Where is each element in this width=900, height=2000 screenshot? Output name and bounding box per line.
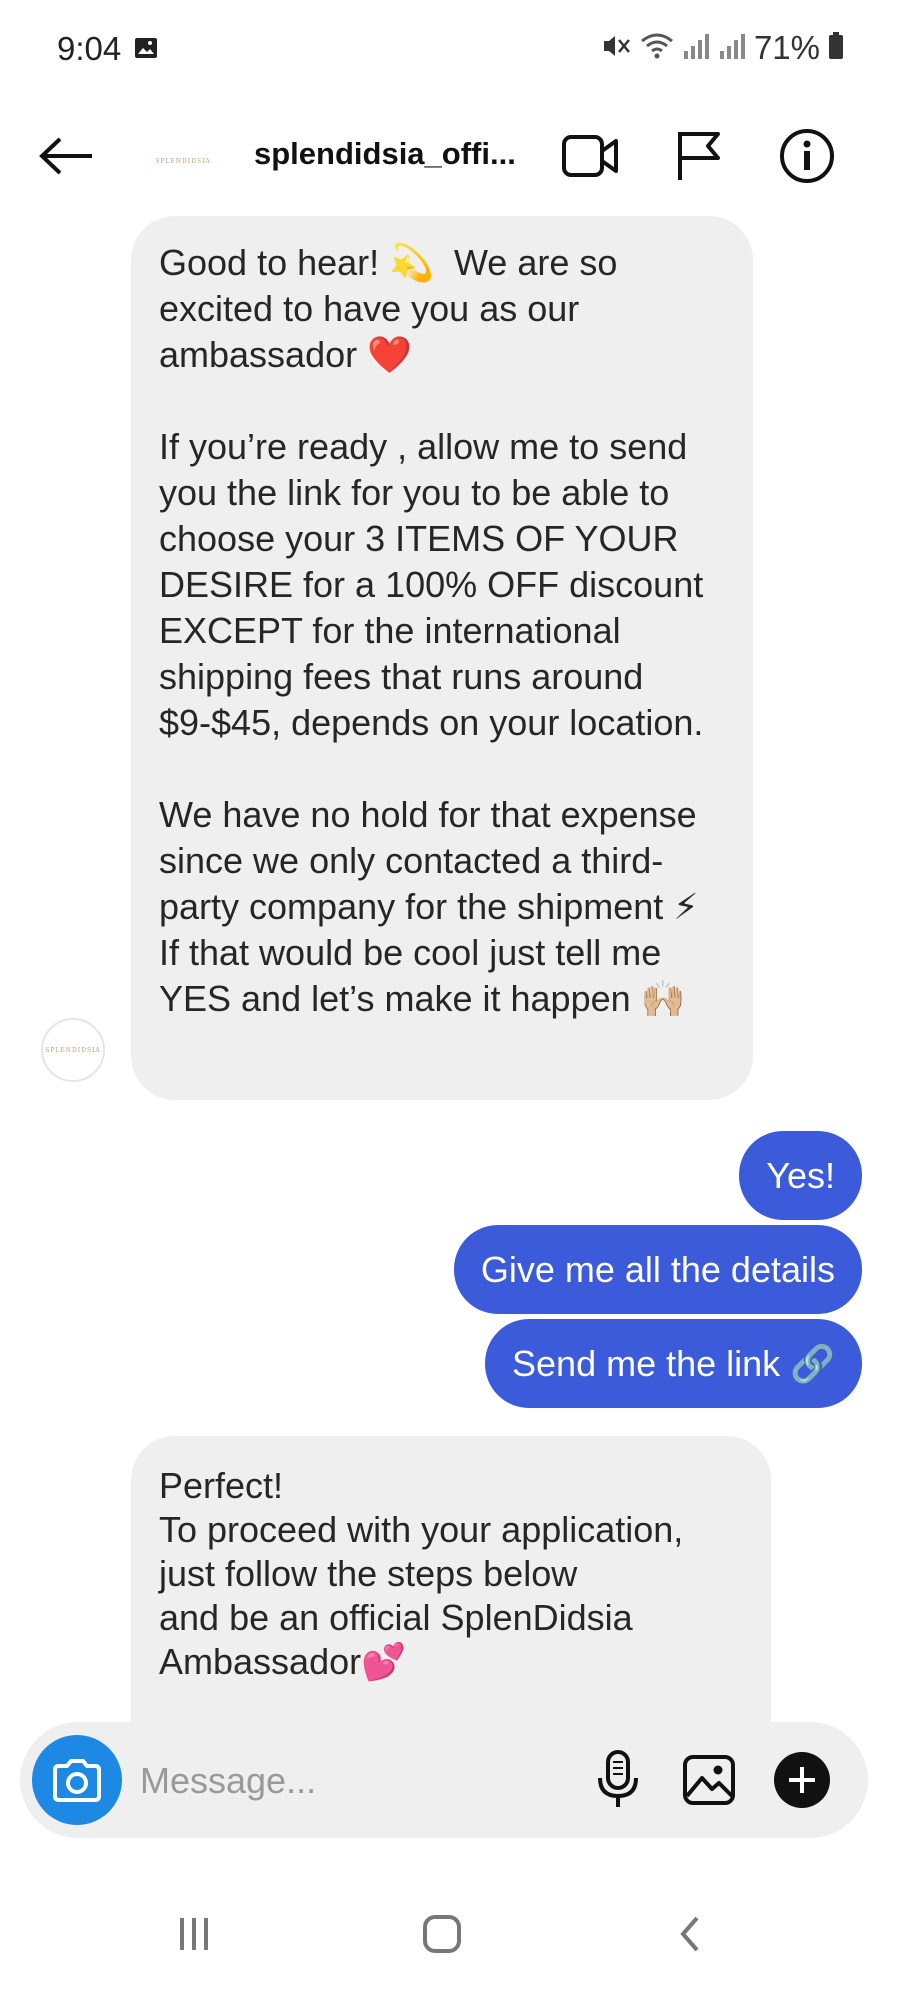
message-input[interactable] <box>138 1750 582 1812</box>
incoming-message[interactable]: Good to hear! 💫 We are so excited to hav… <box>131 216 753 1100</box>
camera-icon <box>53 1759 101 1802</box>
plus-icon <box>774 1752 830 1808</box>
back-arrow-icon <box>39 137 92 175</box>
status-bar: 9:04 71% <box>0 0 900 100</box>
wifi-icon <box>640 31 674 66</box>
video-call-button[interactable] <box>562 130 620 182</box>
gallery-button[interactable] <box>677 1748 741 1812</box>
signal-icon <box>682 31 710 66</box>
status-time: 9:04 <box>57 30 122 67</box>
home-button[interactable] <box>412 1904 472 1964</box>
message-composer <box>20 1722 868 1838</box>
system-navigation-bar <box>0 1860 900 2000</box>
more-options-button[interactable] <box>770 1748 834 1812</box>
recent-apps-button[interactable] <box>164 1904 224 1964</box>
battery-percent: 71% <box>753 29 820 66</box>
incoming-message[interactable]: Perfect! To proceed with your applicatio… <box>131 1436 771 1748</box>
camera-button[interactable] <box>32 1735 122 1825</box>
mute-icon <box>600 31 632 66</box>
flag-icon <box>678 132 720 180</box>
recent-apps-icon <box>180 1918 208 1950</box>
sender-avatar[interactable]: SPLENDIDSIA <box>41 1018 105 1082</box>
outgoing-message[interactable]: Send me the link 🔗 <box>485 1319 862 1408</box>
chat-title[interactable]: splendidsia_offi... <box>254 136 514 172</box>
microphone-icon <box>598 1750 638 1807</box>
signal-icon <box>718 31 746 66</box>
avatar-logo: SPLENDIDSIA <box>45 1046 101 1054</box>
outgoing-message[interactable]: Give me all the details <box>453 1225 862 1314</box>
voice-message-button[interactable] <box>586 1748 650 1812</box>
info-button[interactable] <box>778 129 836 183</box>
info-icon <box>780 129 834 183</box>
video-call-icon <box>562 135 618 177</box>
gallery-icon <box>683 1755 735 1805</box>
header-avatar[interactable]: SPLENDIDSIA <box>148 126 218 196</box>
back-nav-button[interactable] <box>660 1904 720 1964</box>
home-icon <box>423 1915 461 1953</box>
chat-header: SPLENDIDSIA splendidsia_offi... <box>0 100 900 210</box>
report-button[interactable] <box>670 130 728 182</box>
status-icons: 71% <box>600 28 844 68</box>
outgoing-message[interactable]: Yes! <box>739 1131 862 1220</box>
back-icon <box>680 1916 699 1952</box>
back-button[interactable] <box>36 126 96 186</box>
avatar-logo: SPLENDIDSIA <box>155 157 211 165</box>
image-icon <box>134 37 158 59</box>
message-clip: Perfect! To proceed with your applicatio… <box>0 1436 900 1748</box>
battery-icon <box>828 31 844 65</box>
